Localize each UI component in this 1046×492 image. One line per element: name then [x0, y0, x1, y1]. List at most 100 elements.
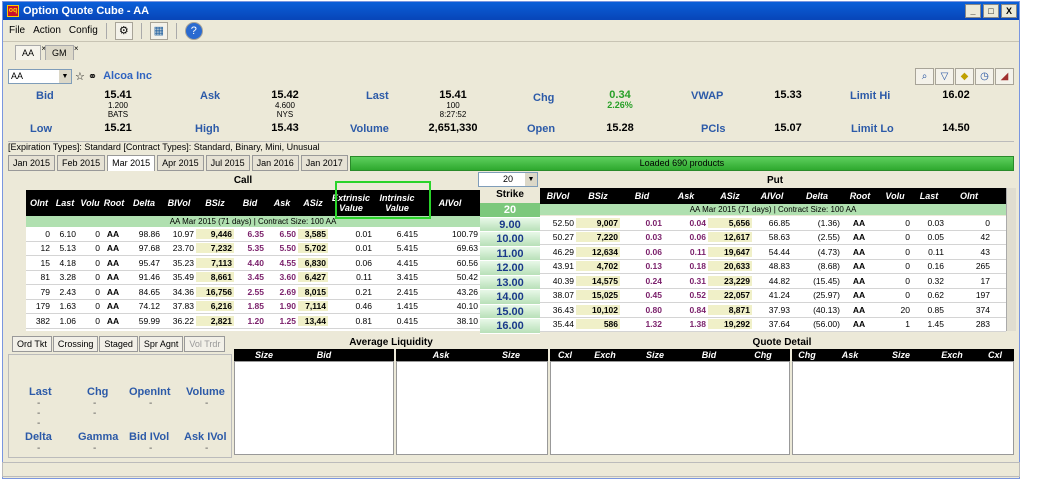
stat-dash: -: [149, 443, 153, 454]
strike-cell[interactable]: 13.00: [480, 275, 540, 290]
doc-tab-gm[interactable]: GM ×: [45, 44, 79, 60]
maximize-button[interactable]: □: [983, 4, 999, 18]
strike-count-select[interactable]: 20 ▼: [478, 172, 538, 187]
filter-icon[interactable]: ▽: [935, 67, 954, 85]
put-col-3[interactable]: Ask: [664, 191, 708, 201]
put-cell: 0: [905, 246, 910, 257]
call-col-1[interactable]: Last: [52, 198, 78, 208]
put-table-row[interactable]: 46.29 12,634 0.06 0.11 19,647 54.44 (4.73) AA 0 0…: [540, 245, 1006, 260]
call-cell: 0.81: [355, 315, 372, 326]
exp-tab[interactable]: Apr 2015: [157, 155, 204, 171]
doc-tab-aa[interactable]: AA ×: [15, 44, 46, 60]
chevron-down-icon[interactable]: ▼: [59, 69, 71, 83]
strike-cell[interactable]: 15.00: [480, 304, 540, 319]
call-col-8[interactable]: Ask: [266, 198, 298, 208]
put-table-row[interactable]: 35.44 586 1.32 1.38 19,292 37.64 (56.00) AA 1 1.4…: [540, 318, 1006, 332]
search-icon[interactable]: ⌕: [915, 67, 934, 85]
strike-cell[interactable]: 20: [480, 203, 540, 218]
strike-cell[interactable]: 10.00: [480, 232, 540, 247]
tab-ord-tkt[interactable]: Ord Tkt: [12, 336, 52, 352]
exp-tab[interactable]: Jan 2017: [300, 155, 348, 171]
call-cell: 6,830: [298, 257, 328, 268]
call-table-row[interactable]: 12 5.13 0 AA 97.68 23.70 7,232 5.35 5.50 5,702 0.0…: [26, 242, 480, 256]
exp-tab[interactable]: Jan 2016: [251, 155, 299, 171]
clock-icon[interactable]: ◷: [975, 67, 994, 85]
put-col-6[interactable]: Delta: [792, 191, 842, 201]
put-col-1[interactable]: BSiz: [576, 191, 620, 201]
exp-tab[interactable]: Mar 2015: [107, 155, 156, 171]
put-col-2[interactable]: Bid: [620, 191, 664, 201]
put-table-row[interactable]: 38.07 15,025 0.45 0.52 22,057 41.24 (25.97) AA 0…: [540, 289, 1006, 303]
tag-icon[interactable]: ◆: [955, 67, 974, 85]
call-table-row[interactable]: 179 1.63 0 AA 74.12 37.83 6,216 1.85 1.90 7,114 0.…: [26, 300, 480, 314]
exp-tab[interactable]: Feb 2015: [57, 155, 106, 171]
put-col-4[interactable]: ASiz: [708, 191, 752, 201]
menu-config[interactable]: Config: [69, 25, 98, 36]
call-cell: 4.55: [279, 257, 296, 268]
last-value: 15.41 100 8:27:52: [439, 89, 467, 120]
put-cell: 1.45: [927, 319, 944, 330]
put-table-row[interactable]: 50.27 7,220 0.03 0.06 12,617 58.63 (2.55) AA 0 0.…: [540, 231, 1006, 245]
strike-cell[interactable]: 12.00: [480, 261, 540, 276]
calculator-icon[interactable]: ▦: [149, 21, 168, 40]
stat-dash: -: [205, 398, 209, 409]
put-col-10[interactable]: OInt: [946, 191, 992, 201]
help-icon[interactable]: ?: [184, 21, 203, 40]
put-table-row[interactable]: 43.91 4,702 0.13 0.18 20,633 48.83 (8.68) AA 0 0.…: [540, 260, 1006, 274]
expiration-tabs: Jan 2015 Feb 2015 Mar 2015 Apr 2015 Jul …: [8, 154, 1014, 171]
chevron-down-icon[interactable]: ▼: [525, 173, 537, 186]
strike-cell[interactable]: 14.00: [480, 290, 540, 305]
strike-cell[interactable]: 11.00: [480, 246, 540, 261]
put-col-0[interactable]: BIVol: [540, 191, 576, 201]
call-table-row[interactable]: 15 4.18 0 AA 95.47 35.23 7,113 4.40 4.55 6,830 0.0…: [26, 256, 480, 271]
scrollbar[interactable]: [1006, 188, 1016, 331]
tab-staged[interactable]: Staged: [99, 336, 138, 352]
put-col-8[interactable]: Volu: [878, 191, 912, 201]
put-cell: 0.11: [928, 246, 944, 257]
app-icon: oq: [7, 5, 19, 17]
chart-icon[interactable]: ◢: [995, 67, 1014, 85]
call-cell: 7,114: [298, 301, 328, 312]
put-table-row[interactable]: 36.43 10,102 0.80 0.84 8,871 37.93 (40.13) AA 20…: [540, 303, 1006, 318]
put-cell: 1: [905, 319, 910, 330]
stat-gamma-label: Gamma: [78, 431, 119, 443]
tab-spr-agnt[interactable]: Spr Agnt: [138, 336, 184, 352]
call-table-row[interactable]: 81 3.28 0 AA 91.46 35.49 8,661 3.45 3.60 6,427 0.1…: [26, 271, 480, 285]
put-table-row[interactable]: 52.50 9,007 0.01 0.04 5,656 66.85 (1.36) AA 0 0.0…: [540, 216, 1006, 231]
star-icon[interactable]: ☆: [75, 70, 85, 83]
call-col-4[interactable]: Delta: [126, 198, 162, 208]
call-cell: 81: [40, 272, 50, 283]
exp-tab[interactable]: Jan 2015: [8, 155, 56, 171]
call-col-2[interactable]: Volu: [78, 198, 102, 208]
menu-action[interactable]: Action: [33, 25, 61, 36]
bid-label: Bid: [36, 90, 54, 102]
exp-tab[interactable]: Jul 2015: [205, 155, 250, 171]
put-col-7[interactable]: Root: [842, 191, 878, 201]
symbol-input[interactable]: AA ▼: [8, 68, 72, 84]
call-cell: 0: [95, 243, 100, 254]
call-col-3[interactable]: Root: [102, 198, 126, 208]
gear-icon[interactable]: ⚙: [114, 21, 133, 40]
strike-cell[interactable]: 16.00: [480, 319, 540, 334]
call-col-0[interactable]: OInt: [26, 198, 52, 208]
call-col-5[interactable]: BIVol: [162, 198, 196, 208]
call-table-row[interactable]: 0 6.10 0 AA 98.86 10.97 9,446 6.35 6.50 3,585 0.01…: [26, 227, 480, 242]
strike-cell[interactable]: 9.00: [480, 217, 540, 232]
call-cell: 6.415: [396, 228, 418, 239]
close-button[interactable]: X: [1001, 4, 1017, 18]
close-icon[interactable]: ×: [74, 44, 79, 53]
link-icon[interactable]: ⚭: [88, 70, 97, 83]
tab-crossing[interactable]: Crossing: [52, 336, 99, 352]
put-col-5[interactable]: AIVol: [752, 191, 792, 201]
call-col-9[interactable]: ASiz: [298, 198, 328, 208]
call-col-7[interactable]: Bid: [234, 198, 266, 208]
minimize-button[interactable]: _: [965, 4, 981, 18]
call-col-6[interactable]: BSiz: [196, 198, 234, 208]
put-table-row[interactable]: 40.39 14,575 0.24 0.31 23,229 44.82 (15.45) AA 0…: [540, 274, 1006, 289]
high-label: High: [195, 123, 220, 135]
call-table-row[interactable]: 382 1.06 0 AA 59.99 36.22 2,821 1.20 1.25 13,44 0.…: [26, 314, 480, 329]
call-table-row[interactable]: 79 2.43 0 AA 84.65 34.36 16,756 2.55 2.69 8,015 0.…: [26, 285, 480, 300]
tab-vol-trdr[interactable]: Vol Trdr: [184, 336, 226, 352]
menu-file[interactable]: File: [9, 25, 25, 36]
put-col-9[interactable]: Last: [912, 191, 946, 201]
